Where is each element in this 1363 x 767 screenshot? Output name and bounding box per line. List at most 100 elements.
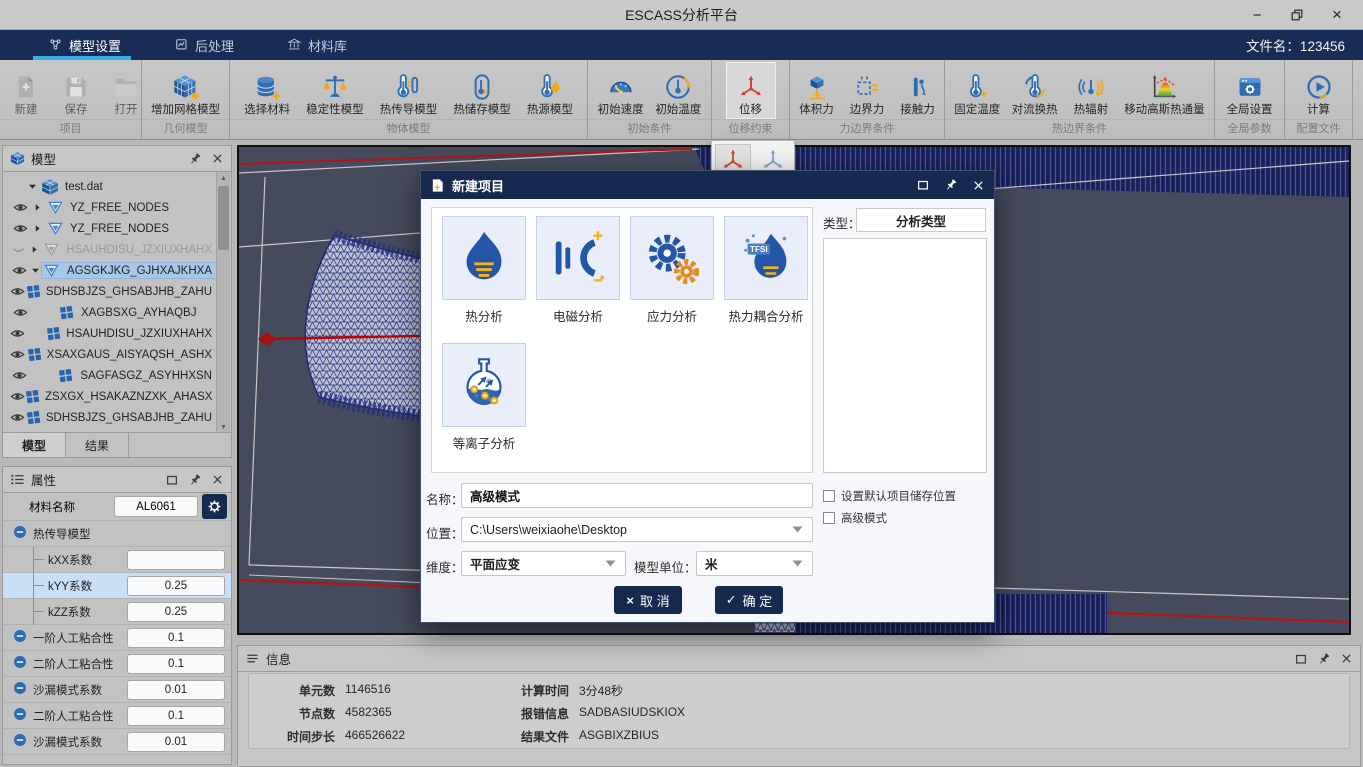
eye-icon[interactable]: [13, 200, 28, 215]
panel-tab-model[interactable]: 模型: [3, 433, 66, 457]
scroll-up-icon[interactable]: ▲: [217, 172, 230, 184]
project-name-input[interactable]: [461, 483, 813, 508]
property-value-input[interactable]: [127, 706, 225, 726]
close-button[interactable]: ×: [1319, 2, 1355, 28]
ribbon-button-heat-conduction[interactable]: 热传导模型: [377, 62, 441, 119]
property-row[interactable]: kYY系数: [3, 573, 231, 599]
eye-icon[interactable]: [10, 284, 25, 299]
dialog-titlebar[interactable]: 新建项目: [421, 171, 994, 199]
checkbox-advanced-mode[interactable]: 高级模式: [823, 510, 887, 526]
ribbon-button-initial-temperature[interactable]: 初始温度: [652, 62, 704, 119]
minus-circle-icon[interactable]: [13, 707, 27, 721]
ribbon-button-displacement-axes[interactable]: 位移: [726, 62, 776, 119]
panel-tab-result[interactable]: 结果: [66, 433, 129, 457]
eye-icon[interactable]: [13, 221, 28, 236]
eye-icon[interactable]: [12, 368, 27, 383]
tab-post-process[interactable]: 后处理: [171, 30, 238, 60]
property-value-input[interactable]: [127, 732, 225, 752]
close-icon[interactable]: [1340, 652, 1353, 665]
pin-icon[interactable]: [1317, 652, 1331, 666]
dimension-select[interactable]: 平面应变: [461, 551, 626, 576]
unit-select[interactable]: 米: [696, 551, 813, 576]
minus-circle-icon[interactable]: [13, 681, 27, 695]
cancel-button[interactable]: × 取 消: [614, 586, 682, 614]
restore-button[interactable]: [1279, 2, 1315, 28]
ribbon-button-new-file[interactable]: 新建: [1, 62, 51, 119]
minus-circle-icon[interactable]: [13, 525, 27, 539]
checkbox-box-icon[interactable]: [823, 512, 835, 524]
material-settings-button[interactable]: [202, 494, 227, 519]
ribbon-button-body-force[interactable]: 体积力: [792, 62, 842, 119]
float-icon[interactable]: [165, 473, 179, 487]
tree-item[interactable]: HSAUHDISU_JZXIUXHAHX: [3, 239, 217, 260]
tree-root-item[interactable]: test.dat: [3, 176, 217, 197]
tree-item[interactable]: AGSGKJKG_GJHXAJKHXA: [3, 260, 217, 281]
eye-icon[interactable]: [10, 410, 25, 425]
property-value-input[interactable]: [127, 654, 225, 674]
pin-icon[interactable]: [188, 152, 202, 166]
property-group-row[interactable]: 热传导模型: [3, 521, 231, 547]
minimize-button[interactable]: −: [1239, 2, 1275, 28]
property-row[interactable]: kZZ系数: [3, 599, 231, 625]
ribbon-button-boundary-force[interactable]: 边界力: [842, 62, 892, 119]
property-row[interactable]: 二阶人工粘合性: [3, 703, 231, 729]
tree-item[interactable]: SDHSBJZS_GHSABJHB_ZAHU: [3, 407, 217, 428]
tree-item[interactable]: SAGFASGZ_ASYHHXSN: [3, 365, 217, 386]
eye-icon[interactable]: [10, 326, 25, 341]
property-row[interactable]: 沙漏模式系数: [3, 729, 231, 755]
property-row[interactable]: 沙漏模式系数: [3, 677, 231, 703]
close-icon[interactable]: [211, 152, 224, 165]
location-select[interactable]: C:\Users\weixiaohe\Desktop: [461, 517, 813, 542]
ribbon-button-convection[interactable]: 对流换热: [1009, 62, 1061, 119]
analysis-card-card-stress[interactable]: [630, 216, 714, 300]
arrow-right-icon[interactable]: [32, 202, 43, 213]
property-row[interactable]: kXX系数: [3, 547, 231, 573]
ribbon-button-heat-source[interactable]: 热源模型: [524, 62, 576, 119]
arrow-down-icon[interactable]: [27, 181, 38, 192]
tree-scrollbar[interactable]: ▲ ▼: [216, 172, 230, 433]
arrow-right-icon[interactable]: [29, 244, 40, 255]
float-icon[interactable]: [916, 178, 930, 192]
analysis-card-card-plasma[interactable]: [442, 343, 526, 427]
tree-item[interactable]: YZ_FREE_NODES: [3, 197, 217, 218]
type-field[interactable]: 分析类型: [856, 208, 986, 232]
analysis-card-card-em[interactable]: [536, 216, 620, 300]
arrow-right-icon[interactable]: [32, 223, 43, 234]
ribbon-button-mesh-cube[interactable]: 增加网格模型: [148, 62, 223, 119]
property-value-input[interactable]: [127, 680, 225, 700]
minus-circle-icon[interactable]: [13, 655, 27, 669]
ribbon-button-stability-scale[interactable]: 稳定性模型: [303, 62, 367, 119]
eye-icon[interactable]: [13, 305, 28, 320]
ribbon-button-contact-force[interactable]: 接触力: [893, 62, 943, 119]
float-icon[interactable]: [1294, 652, 1308, 666]
ribbon-button-material-db[interactable]: 选择材料: [241, 62, 293, 119]
ok-button[interactable]: ✓ 确 定: [715, 586, 783, 614]
tree-item[interactable]: SDHSBJZS_GHSABJHB_ZAHU: [3, 281, 217, 302]
eye-icon[interactable]: [10, 389, 25, 404]
tree-item[interactable]: HSAUHDISU_JZXIUXHAHX: [3, 323, 217, 344]
property-row[interactable]: 二阶人工粘合性: [3, 651, 231, 677]
eye-icon[interactable]: [12, 263, 27, 278]
property-row[interactable]: 一阶人工粘合性: [3, 625, 231, 651]
minus-circle-icon[interactable]: [13, 629, 27, 643]
analysis-card-card-thermal[interactable]: [442, 216, 526, 300]
eye-icon[interactable]: [10, 347, 25, 362]
property-value-input[interactable]: [127, 602, 225, 622]
ribbon-button-compute[interactable]: 计算: [1294, 62, 1344, 119]
ribbon-button-gauss-flux[interactable]: 移动高斯热通量: [1121, 62, 1208, 119]
close-icon[interactable]: [972, 179, 985, 192]
pin-icon[interactable]: [188, 473, 202, 487]
material-name-input[interactable]: [114, 496, 198, 517]
tree-item[interactable]: ZSXGX_HSAKAZNZXK_AHASX: [3, 386, 217, 407]
property-value-input[interactable]: [127, 628, 225, 648]
arrow-down-icon[interactable]: [30, 265, 41, 276]
ribbon-button-global-settings[interactable]: 全局设置: [1224, 62, 1276, 119]
eye-off-icon[interactable]: [11, 242, 26, 257]
property-value-input[interactable]: [127, 576, 225, 596]
ribbon-button-save[interactable]: 保存: [51, 62, 101, 119]
pin-icon[interactable]: [944, 178, 958, 192]
ribbon-button-radiation[interactable]: 热辐射: [1066, 62, 1116, 119]
tab-model-setup[interactable]: 模型设置: [45, 30, 125, 60]
property-value-input[interactable]: [127, 550, 225, 570]
tree-item[interactable]: XAGBSXG_AYHAQBJ: [3, 302, 217, 323]
